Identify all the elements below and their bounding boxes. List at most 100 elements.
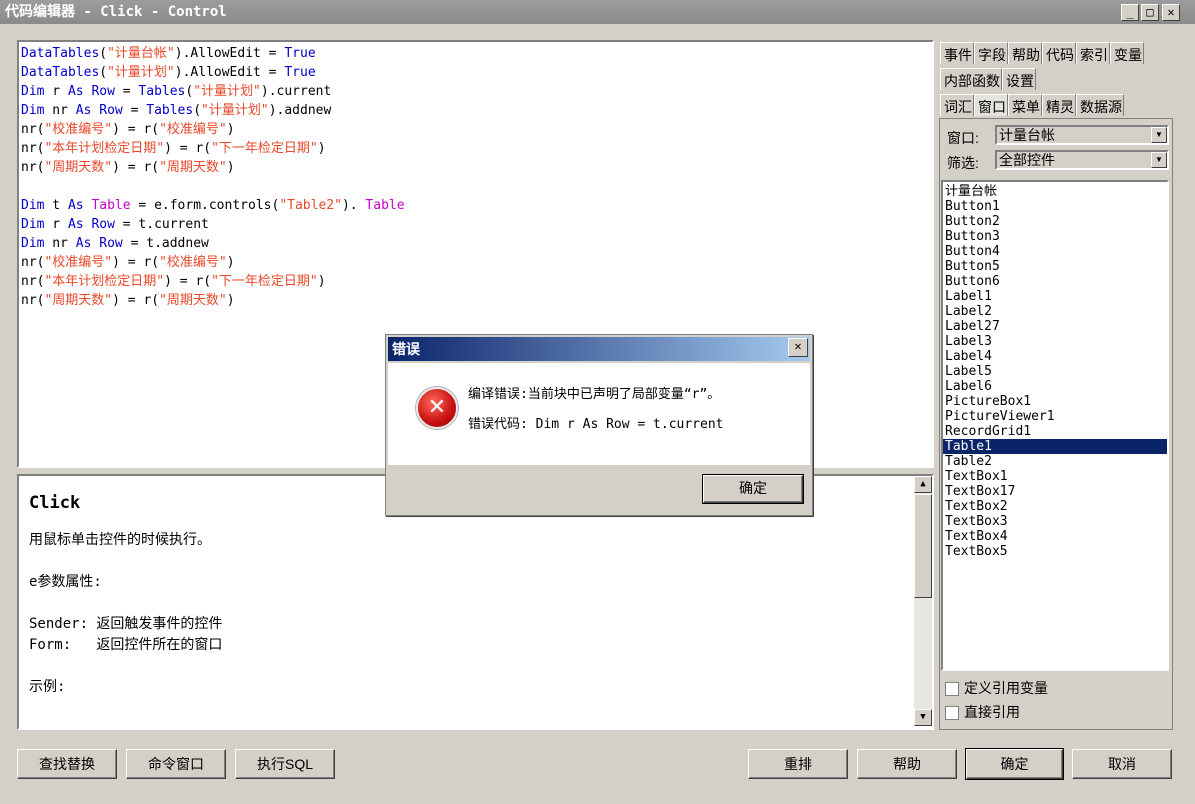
define-ref-var-checkbox[interactable]: 定义引用变量 bbox=[945, 678, 1048, 698]
tab-item[interactable]: 变量 bbox=[1110, 42, 1144, 64]
tab-item[interactable]: 精灵 bbox=[1042, 94, 1076, 116]
code-line[interactable] bbox=[21, 177, 932, 196]
code-line[interactable]: Dim t As Table = e.form.controls("Table2… bbox=[21, 196, 932, 215]
command-window-button[interactable]: 命令窗口 bbox=[126, 749, 226, 779]
list-item[interactable]: PictureViewer1 bbox=[943, 409, 1167, 424]
chevron-down-icon[interactable]: ▼ bbox=[1151, 152, 1167, 168]
code-token: Tables bbox=[138, 84, 186, 99]
cancel-button[interactable]: 取消 bbox=[1072, 749, 1172, 779]
tab-item[interactable]: 索引 bbox=[1076, 42, 1110, 64]
code-token: As bbox=[75, 236, 92, 251]
rearrange-button[interactable]: 重排 bbox=[748, 749, 848, 779]
tab-item[interactable]: 菜单 bbox=[1008, 94, 1042, 116]
code-token: Dim bbox=[21, 84, 45, 99]
code-token: Table bbox=[91, 198, 131, 213]
list-item[interactable]: PictureBox1 bbox=[943, 394, 1167, 409]
help-scrollbar[interactable]: ▲ ▼ bbox=[914, 476, 932, 726]
code-line[interactable]: nr("本年计划检定日期") = r("下一年检定日期") bbox=[21, 272, 932, 291]
tab-item[interactable]: 字段 bbox=[974, 42, 1008, 64]
tab-item[interactable]: 事件 bbox=[940, 42, 974, 64]
tab-item[interactable]: 窗口 bbox=[974, 94, 1008, 116]
list-item[interactable]: Label4 bbox=[943, 349, 1167, 364]
tab-item[interactable]: 数据源 bbox=[1076, 94, 1124, 116]
list-item[interactable]: TextBox5 bbox=[943, 544, 1167, 559]
list-item[interactable]: Button5 bbox=[943, 259, 1167, 274]
code-token: ).AllowEdit = bbox=[174, 65, 285, 80]
list-item[interactable]: TextBox4 bbox=[943, 529, 1167, 544]
close-button[interactable]: ✕ bbox=[1162, 4, 1180, 21]
filter-select[interactable]: 全部控件 ▼ bbox=[995, 150, 1169, 170]
code-token: "下一年检定日期" bbox=[211, 274, 318, 289]
list-item[interactable]: 计量台帐 bbox=[943, 184, 1167, 199]
code-token: = bbox=[122, 103, 147, 118]
window-select[interactable]: 计量台帐 ▼ bbox=[995, 125, 1169, 145]
code-line[interactable]: nr("本年计划检定日期") = r("下一年检定日期") bbox=[21, 139, 932, 158]
checkbox-box[interactable] bbox=[945, 682, 959, 697]
list-item[interactable]: Button3 bbox=[943, 229, 1167, 244]
ok-button[interactable]: 确定 bbox=[965, 748, 1064, 780]
scroll-up-arrow-icon[interactable]: ▲ bbox=[914, 476, 932, 493]
code-token: "周期天数" bbox=[159, 293, 227, 308]
list-item[interactable]: TextBox3 bbox=[943, 514, 1167, 529]
code-token: "校准编号" bbox=[44, 122, 113, 137]
code-line[interactable]: DataTables("计量计划").AllowEdit = True bbox=[21, 63, 932, 82]
list-item[interactable]: Label2 bbox=[943, 304, 1167, 319]
code-token: ( bbox=[193, 103, 202, 118]
help-button[interactable]: 帮助 bbox=[857, 749, 957, 779]
list-item[interactable]: TextBox2 bbox=[943, 499, 1167, 514]
code-line[interactable]: nr("校准编号") = r("校准编号") bbox=[21, 253, 932, 272]
tab-item[interactable]: 词汇 bbox=[940, 94, 974, 116]
scroll-down-arrow-icon[interactable]: ▼ bbox=[914, 709, 932, 726]
list-item[interactable]: Button2 bbox=[943, 214, 1167, 229]
dialog-ok-button[interactable]: 确定 bbox=[702, 474, 804, 504]
code-token: As bbox=[67, 198, 84, 213]
list-item[interactable]: Button4 bbox=[943, 244, 1167, 259]
code-line[interactable]: Dim nr As Row = t.addnew bbox=[21, 234, 932, 253]
help-example-title: 示例: bbox=[29, 679, 66, 695]
maximize-button[interactable]: □ bbox=[1141, 4, 1159, 21]
list-item[interactable]: Table1 bbox=[943, 439, 1167, 454]
find-replace-button[interactable]: 查找替换 bbox=[17, 749, 117, 779]
list-item[interactable]: Label3 bbox=[943, 334, 1167, 349]
code-line[interactable]: Dim r As Row = Tables("计量计划").current bbox=[21, 82, 932, 101]
list-item[interactable]: RecordGrid1 bbox=[943, 424, 1167, 439]
code-line[interactable]: DataTables("计量台帐").AllowEdit = True bbox=[21, 44, 932, 63]
checkbox-box[interactable] bbox=[945, 706, 959, 721]
code-token: ) bbox=[226, 122, 235, 137]
code-line[interactable]: nr("校准编号") = r("校准编号") bbox=[21, 120, 932, 139]
tab-item[interactable]: 代码 bbox=[1042, 42, 1076, 64]
list-item[interactable]: Label5 bbox=[943, 364, 1167, 379]
tab-item[interactable]: 设置 bbox=[1002, 68, 1036, 90]
direct-ref-checkbox[interactable]: 直接引用 bbox=[945, 702, 1020, 722]
list-item[interactable]: TextBox1 bbox=[943, 469, 1167, 484]
list-item[interactable]: Label27 bbox=[943, 319, 1167, 334]
tab-item[interactable]: 帮助 bbox=[1008, 42, 1042, 64]
code-token: ). bbox=[341, 198, 366, 213]
code-token: As bbox=[67, 217, 84, 232]
list-item[interactable]: Label6 bbox=[943, 379, 1167, 394]
minimize-button[interactable]: _ bbox=[1121, 4, 1139, 21]
code-token: nr( bbox=[21, 255, 45, 270]
controls-list[interactable]: 计量台帐 Button1 Button2 Button3 Button4 Button5 B… bbox=[941, 180, 1169, 671]
code-token: "计量计划" bbox=[193, 84, 261, 99]
exec-sql-button[interactable]: 执行SQL bbox=[235, 749, 335, 779]
list-item[interactable]: Button1 bbox=[943, 199, 1167, 214]
window-title: 代码编辑器 - Click - Control bbox=[5, 4, 227, 20]
list-item[interactable]: Button6 bbox=[943, 274, 1167, 289]
code-line[interactable]: nr("周期天数") = r("周期天数") bbox=[21, 158, 932, 177]
code-token: ) = r( bbox=[164, 274, 212, 289]
code-line[interactable]: Dim nr As Row = Tables("计量计划").addnew bbox=[21, 101, 932, 120]
code-line[interactable]: nr("周期天数") = r("周期天数") bbox=[21, 291, 932, 310]
code-token: "校准编号" bbox=[44, 255, 113, 270]
dialog-title: 错误 bbox=[388, 337, 810, 361]
code-token: ).current bbox=[260, 84, 332, 99]
dialog-close-icon[interactable]: ✕ bbox=[788, 338, 808, 357]
list-item[interactable]: TextBox17 bbox=[943, 484, 1167, 499]
list-item[interactable]: Label1 bbox=[943, 289, 1167, 304]
list-item[interactable]: Table2 bbox=[943, 454, 1167, 469]
window-titlebar: 代码编辑器 - Click - Control bbox=[0, 0, 1195, 24]
chevron-down-icon[interactable]: ▼ bbox=[1151, 127, 1167, 143]
tab-item[interactable]: 内部函数 bbox=[940, 68, 1002, 90]
code-line[interactable]: Dim r As Row = t.current bbox=[21, 215, 932, 234]
scroll-thumb[interactable] bbox=[914, 494, 932, 598]
